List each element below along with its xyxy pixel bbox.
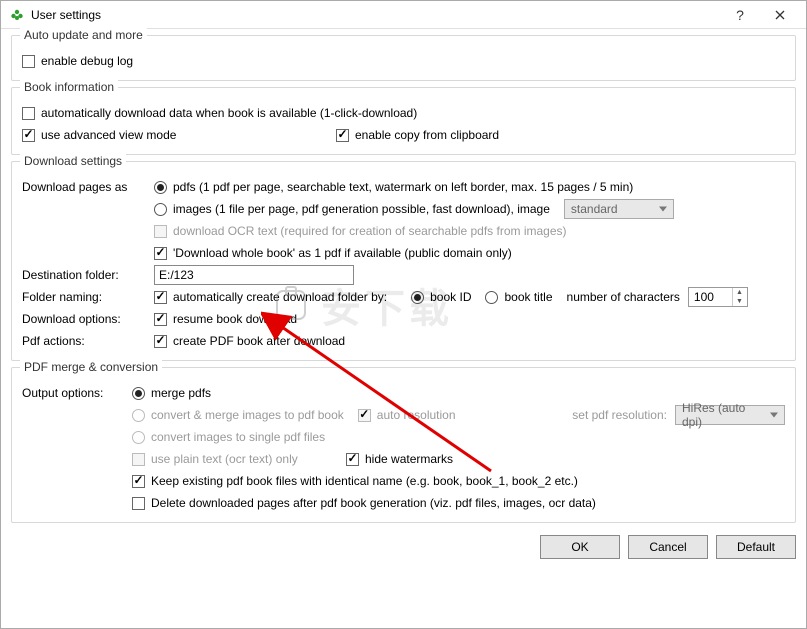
copy-clipboard-label: enable copy from clipboard bbox=[355, 128, 499, 142]
auto-resolution-label: auto resolution bbox=[377, 408, 456, 422]
radio-convert-single: convert images to single pdf files bbox=[132, 430, 325, 444]
group-title-merge: PDF merge & conversion bbox=[20, 360, 162, 374]
group-title-auto: Auto update and more bbox=[20, 28, 147, 42]
radio-pdfs[interactable]: pdfs (1 pdf per page, searchable text, w… bbox=[154, 180, 633, 194]
download-options-label: Download options: bbox=[22, 312, 154, 326]
radio-book-title[interactable]: book title bbox=[485, 290, 552, 304]
dest-folder-input[interactable] bbox=[154, 265, 354, 285]
radio-merge-pdfs-label: merge pdfs bbox=[151, 386, 211, 400]
enable-debug-label: enable debug log bbox=[41, 54, 133, 68]
download-ocr-label: download OCR text (required for creation… bbox=[173, 224, 567, 238]
pdf-actions-label: Pdf actions: bbox=[22, 334, 154, 348]
whole-book-checkbox[interactable]: 'Download whole book' as 1 pdf if availa… bbox=[154, 246, 512, 260]
hide-watermarks-label: hide watermarks bbox=[365, 452, 453, 466]
window-title: User settings bbox=[31, 8, 720, 22]
group-pdf-merge: PDF merge & conversion Output options: m… bbox=[11, 367, 796, 523]
create-pdf-checkbox[interactable]: create PDF book after download bbox=[154, 334, 345, 348]
group-download-settings: Download settings Download pages as pdfs… bbox=[11, 161, 796, 361]
use-plain-label: use plain text (ocr text) only bbox=[151, 452, 298, 466]
radio-images[interactable]: images (1 file per page, pdf generation … bbox=[154, 202, 550, 216]
auto-resolution-checkbox: auto resolution bbox=[358, 408, 456, 422]
image-quality-value: standard bbox=[571, 202, 618, 216]
auto-create-folder-label: automatically create download folder by: bbox=[173, 290, 387, 304]
app-icon bbox=[9, 7, 25, 23]
enable-debug-checkbox[interactable]: enable debug log bbox=[22, 54, 133, 68]
whole-book-label: 'Download whole book' as 1 pdf if availa… bbox=[173, 246, 512, 260]
content-area: Auto update and more enable debug log Bo… bbox=[1, 29, 806, 523]
auto-download-checkbox[interactable]: automatically download data when book is… bbox=[22, 106, 417, 120]
ok-button[interactable]: OK bbox=[540, 535, 620, 559]
keep-existing-checkbox[interactable]: Keep existing pdf book files with identi… bbox=[132, 474, 578, 488]
close-button[interactable] bbox=[760, 1, 800, 29]
image-quality-combo[interactable]: standard bbox=[564, 199, 674, 219]
set-pdf-res-label: set pdf resolution: bbox=[572, 408, 667, 422]
copy-clipboard-checkbox[interactable]: enable copy from clipboard bbox=[336, 128, 499, 142]
pdf-resolution-value: HiRes (auto dpi) bbox=[682, 401, 766, 429]
radio-merge-pdfs[interactable]: merge pdfs bbox=[132, 386, 211, 400]
dialog-button-row: OK Cancel Default bbox=[1, 529, 806, 567]
radio-book-title-label: book title bbox=[504, 290, 552, 304]
radio-images-label: images (1 file per page, pdf generation … bbox=[173, 202, 550, 216]
group-title-book: Book information bbox=[20, 80, 118, 94]
cancel-button[interactable]: Cancel bbox=[628, 535, 708, 559]
titlebar: User settings ? bbox=[1, 1, 806, 29]
download-pages-as-label: Download pages as bbox=[22, 180, 154, 194]
num-chars-value: 100 bbox=[694, 290, 714, 304]
delete-downloaded-checkbox[interactable]: Delete downloaded pages after pdf book g… bbox=[132, 496, 596, 510]
pdf-resolution-combo: HiRes (auto dpi) bbox=[675, 405, 785, 425]
radio-book-id[interactable]: book ID bbox=[411, 290, 471, 304]
advanced-view-label: use advanced view mode bbox=[41, 128, 176, 142]
default-button[interactable]: Default bbox=[716, 535, 796, 559]
group-book-info: Book information automatically download … bbox=[11, 87, 796, 155]
resume-download-checkbox[interactable]: resume book download bbox=[154, 312, 297, 326]
radio-convert-merge-label: convert & merge images to pdf book bbox=[151, 408, 344, 422]
help-button[interactable]: ? bbox=[720, 1, 760, 29]
keep-existing-label: Keep existing pdf book files with identi… bbox=[151, 474, 578, 488]
auto-download-label: automatically download data when book is… bbox=[41, 106, 417, 120]
group-auto-update: Auto update and more enable debug log bbox=[11, 35, 796, 81]
radio-convert-single-label: convert images to single pdf files bbox=[151, 430, 325, 444]
auto-create-folder-checkbox[interactable]: automatically create download folder by: bbox=[154, 290, 387, 304]
radio-book-id-label: book ID bbox=[430, 290, 471, 304]
delete-downloaded-label: Delete downloaded pages after pdf book g… bbox=[151, 496, 596, 510]
download-ocr-checkbox: download OCR text (required for creation… bbox=[154, 224, 567, 238]
dest-folder-label: Destination folder: bbox=[22, 268, 154, 282]
output-options-label: Output options: bbox=[22, 386, 132, 400]
advanced-view-checkbox[interactable]: use advanced view mode bbox=[22, 128, 322, 142]
num-chars-spinner[interactable]: 100 ▲▼ bbox=[688, 287, 748, 307]
group-title-download: Download settings bbox=[20, 154, 126, 168]
use-plain-checkbox: use plain text (ocr text) only bbox=[132, 452, 332, 466]
folder-naming-label: Folder naming: bbox=[22, 290, 154, 304]
radio-convert-merge: convert & merge images to pdf book bbox=[132, 408, 344, 422]
resume-download-label: resume book download bbox=[173, 312, 297, 326]
create-pdf-label: create PDF book after download bbox=[173, 334, 345, 348]
num-chars-label: number of characters bbox=[567, 290, 680, 304]
radio-pdfs-label: pdfs (1 pdf per page, searchable text, w… bbox=[173, 180, 633, 194]
hide-watermarks-checkbox[interactable]: hide watermarks bbox=[346, 452, 453, 466]
